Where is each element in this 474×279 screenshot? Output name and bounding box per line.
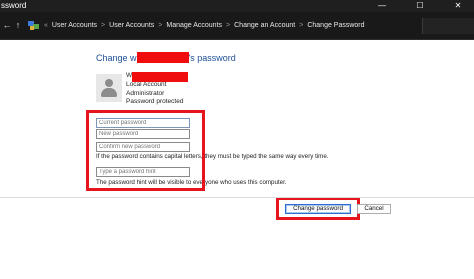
redaction-mark — [132, 72, 188, 82]
change-password-button[interactable]: Change password — [285, 204, 351, 214]
account-type: Local Account — [126, 81, 167, 88]
chevron-right-icon: > — [101, 22, 106, 29]
maximize-icon[interactable]: ☐ — [414, 0, 426, 12]
close-icon[interactable]: ✕ — [452, 0, 464, 12]
breadcrumb-item[interactable]: Change an Account — [234, 22, 295, 29]
page-title-suffix: 's password — [188, 53, 236, 63]
window-controls: — ☐ ✕ — [376, 0, 464, 12]
page-title: Change w 's password — [96, 52, 236, 63]
breadcrumb: « User Accounts > User Accounts > Manage… — [28, 21, 365, 30]
account-protection: Password protected — [126, 98, 184, 105]
chevron-right-icon: > — [158, 22, 163, 29]
cancel-button[interactable]: Cancel — [357, 204, 391, 214]
breadcrumb-item[interactable]: User Accounts — [109, 22, 154, 29]
page-title-prefix: Change w — [96, 53, 137, 63]
title-bar: ssword — ☐ ✕ — [0, 0, 474, 12]
account-role: Administrator — [126, 89, 165, 97]
breadcrumb-item[interactable]: User Accounts — [52, 22, 97, 29]
account-name: W — [126, 72, 188, 82]
minimize-icon[interactable]: — — [376, 0, 388, 12]
breadcrumb-item-current[interactable]: Change Password — [307, 22, 364, 29]
address-bar: ← ↑ « User Accounts > User Accounts > Ma… — [0, 12, 474, 40]
window-title: ssword — [1, 1, 27, 10]
search-box[interactable] — [422, 18, 474, 34]
arrow-left-icon[interactable]: ← — [2, 20, 12, 30]
divider — [0, 197, 474, 198]
breadcrumb-item[interactable]: Manage Accounts — [166, 22, 222, 29]
user-avatar-icon — [96, 74, 122, 102]
control-panel-icon — [28, 21, 40, 30]
breadcrumb-root-separator: « — [44, 22, 48, 29]
redaction-mark — [136, 52, 189, 63]
chevron-right-icon: > — [226, 22, 231, 29]
account-info: W Local Account Administrator Password p… — [126, 72, 188, 107]
arrow-up-icon[interactable]: ↑ — [13, 20, 23, 30]
chevron-right-icon: > — [299, 22, 304, 29]
highlight-box-fields — [86, 110, 205, 191]
